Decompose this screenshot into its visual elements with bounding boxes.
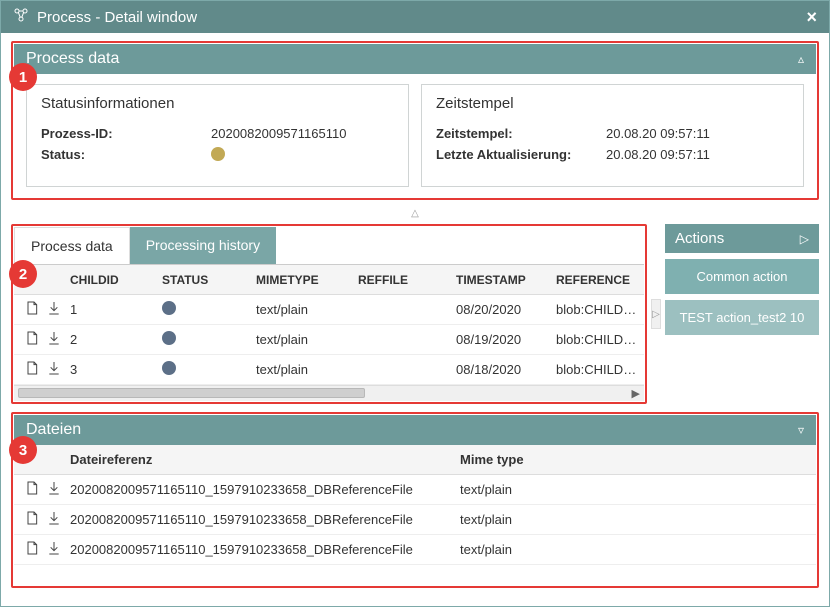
status-value xyxy=(211,147,394,164)
document-icon[interactable] xyxy=(24,300,40,319)
cell-childid: 3 xyxy=(70,362,162,377)
col-status[interactable]: STATUS xyxy=(162,273,256,287)
section-history: 2 Process data Processing history CHILDI… xyxy=(11,224,819,404)
common-action-button[interactable]: Common action xyxy=(665,259,819,294)
tab-process-data[interactable]: Process data xyxy=(14,227,130,264)
files-panel-header: Dateien ▿ xyxy=(14,415,816,445)
collapse-icon[interactable]: ▵ xyxy=(798,52,804,66)
files-header-row: Dateireferenz Mime type xyxy=(14,445,816,475)
col-file-reference[interactable]: Dateireferenz xyxy=(70,452,460,467)
cell-mime-type: text/plain xyxy=(460,512,816,527)
status-dot-icon xyxy=(211,147,225,161)
grid-header-row: CHILDID STATUS MIMETYPE REFFILE TIMESTAM… xyxy=(14,265,644,295)
window-title: Process - Detail window xyxy=(37,9,197,26)
process-data-panel-header: Process data ▵ xyxy=(14,44,816,74)
horizontal-scrollbar[interactable]: ▶ xyxy=(14,385,644,401)
timestamp-value: 20.08.20 09:57:11 xyxy=(606,126,789,141)
annotation-badge-1: 1 xyxy=(9,63,37,91)
cell-childid: 2 xyxy=(70,332,162,347)
tab-processing-history[interactable]: Processing history xyxy=(130,227,276,264)
timestamp-label: Zeitstempel: xyxy=(436,126,606,141)
col-mimetype[interactable]: MIMETYPE xyxy=(256,273,358,287)
process-icon xyxy=(13,7,29,27)
cell-file-reference: 2020082009571165110_1597910233658_DBRefe… xyxy=(70,512,460,527)
cell-status xyxy=(162,301,256,318)
expand-files-icon[interactable]: ▿ xyxy=(798,423,804,437)
cell-timestamp: 08/18/2020 xyxy=(456,362,556,377)
document-icon[interactable] xyxy=(24,480,40,499)
cell-mimetype: text/plain xyxy=(256,362,358,377)
document-icon[interactable] xyxy=(24,510,40,529)
cell-status xyxy=(162,331,256,348)
document-icon[interactable] xyxy=(24,360,40,379)
cell-mimetype: text/plain xyxy=(256,302,358,317)
table-row[interactable]: 2020082009571165110_1597910233658_DBRefe… xyxy=(14,475,816,505)
cell-mime-type: text/plain xyxy=(460,542,816,557)
annotation-badge-2: 2 xyxy=(9,260,37,288)
titlebar: Process - Detail window × xyxy=(1,1,829,33)
scroll-right-icon[interactable]: ▶ xyxy=(632,387,640,400)
col-mime-type[interactable]: Mime type xyxy=(460,452,816,467)
cell-timestamp: 08/19/2020 xyxy=(456,332,556,347)
splitter-handle-top[interactable]: △ xyxy=(11,208,819,218)
download-icon[interactable] xyxy=(46,510,62,529)
cell-mime-type: text/plain xyxy=(460,482,816,497)
annotation-badge-3: 3 xyxy=(9,436,37,464)
detail-window: Process - Detail window × 1 Process data… xyxy=(0,0,830,607)
expand-actions-icon[interactable]: ▷ xyxy=(800,232,809,246)
download-icon[interactable] xyxy=(46,360,62,379)
col-reffile[interactable]: REFFILE xyxy=(358,273,456,287)
test-action-button[interactable]: TEST action_test2 10 xyxy=(665,300,819,335)
splitter-handle-side[interactable]: ▷ xyxy=(651,299,661,329)
cell-mimetype: text/plain xyxy=(256,332,358,347)
status-dot-icon xyxy=(162,301,176,315)
cell-status xyxy=(162,361,256,378)
scrollbar-thumb[interactable] xyxy=(18,388,365,398)
status-dot-icon xyxy=(162,331,176,345)
cell-childid: 1 xyxy=(70,302,162,317)
cell-file-reference: 2020082009571165110_1597910233658_DBRefe… xyxy=(70,542,460,557)
col-reference[interactable]: REFERENCE xyxy=(556,273,644,287)
actions-panel: Actions ▷ Common action TEST action_test… xyxy=(665,224,819,404)
table-row[interactable]: 2 text/plain 08/19/2020blob:CHILD… xyxy=(14,325,644,355)
section-process-data: 1 Process data ▵ Statusinformationen Pro… xyxy=(11,41,819,200)
timestamp-card-heading: Zeitstempel xyxy=(436,95,789,112)
timestamp-card: Zeitstempel Zeitstempel: 20.08.20 09:57:… xyxy=(421,84,804,187)
cell-reference: blob:CHILD… xyxy=(556,362,644,377)
table-row[interactable]: 2020082009571165110_1597910233658_DBRefe… xyxy=(14,535,816,565)
last-update-label: Letzte Aktualisierung: xyxy=(436,147,606,162)
process-id-label: Prozess-ID: xyxy=(41,126,211,141)
files-panel-title: Dateien xyxy=(26,421,81,439)
cell-file-reference: 2020082009571165110_1597910233658_DBRefe… xyxy=(70,482,460,497)
history-grid: CHILDID STATUS MIMETYPE REFFILE TIMESTAM… xyxy=(14,265,644,401)
table-row[interactable]: 1 text/plain 08/20/2020blob:CHILD… xyxy=(14,295,644,325)
cell-reference: blob:CHILD… xyxy=(556,332,644,347)
last-update-value: 20.08.20 09:57:11 xyxy=(606,147,789,162)
table-row[interactable]: 3 text/plain 08/18/2020blob:CHILD… xyxy=(14,355,644,385)
document-icon[interactable] xyxy=(24,540,40,559)
cell-timestamp: 08/20/2020 xyxy=(456,302,556,317)
table-row[interactable]: 2020082009571165110_1597910233658_DBRefe… xyxy=(14,505,816,535)
tab-bar: Process data Processing history xyxy=(14,227,644,265)
download-icon[interactable] xyxy=(46,300,62,319)
download-icon[interactable] xyxy=(46,540,62,559)
status-dot-icon xyxy=(162,361,176,375)
actions-panel-header: Actions ▷ xyxy=(665,224,819,253)
download-icon[interactable] xyxy=(46,480,62,499)
section-files: 3 Dateien ▿ Dateireferenz Mime type 2020… xyxy=(11,412,819,588)
process-id-value: 2020082009571165110 xyxy=(211,126,394,141)
col-childid[interactable]: CHILDID xyxy=(70,273,162,287)
status-card-heading: Statusinformationen xyxy=(41,95,394,112)
col-timestamp[interactable]: TIMESTAMP xyxy=(456,273,556,287)
status-card: Statusinformationen Prozess-ID: 20200820… xyxy=(26,84,409,187)
close-icon[interactable]: × xyxy=(806,7,817,28)
download-icon[interactable] xyxy=(46,330,62,349)
actions-heading: Actions xyxy=(675,230,724,247)
status-label: Status: xyxy=(41,147,211,164)
process-data-panel-title: Process data xyxy=(26,50,119,68)
document-icon[interactable] xyxy=(24,330,40,349)
cell-reference: blob:CHILD… xyxy=(556,302,644,317)
